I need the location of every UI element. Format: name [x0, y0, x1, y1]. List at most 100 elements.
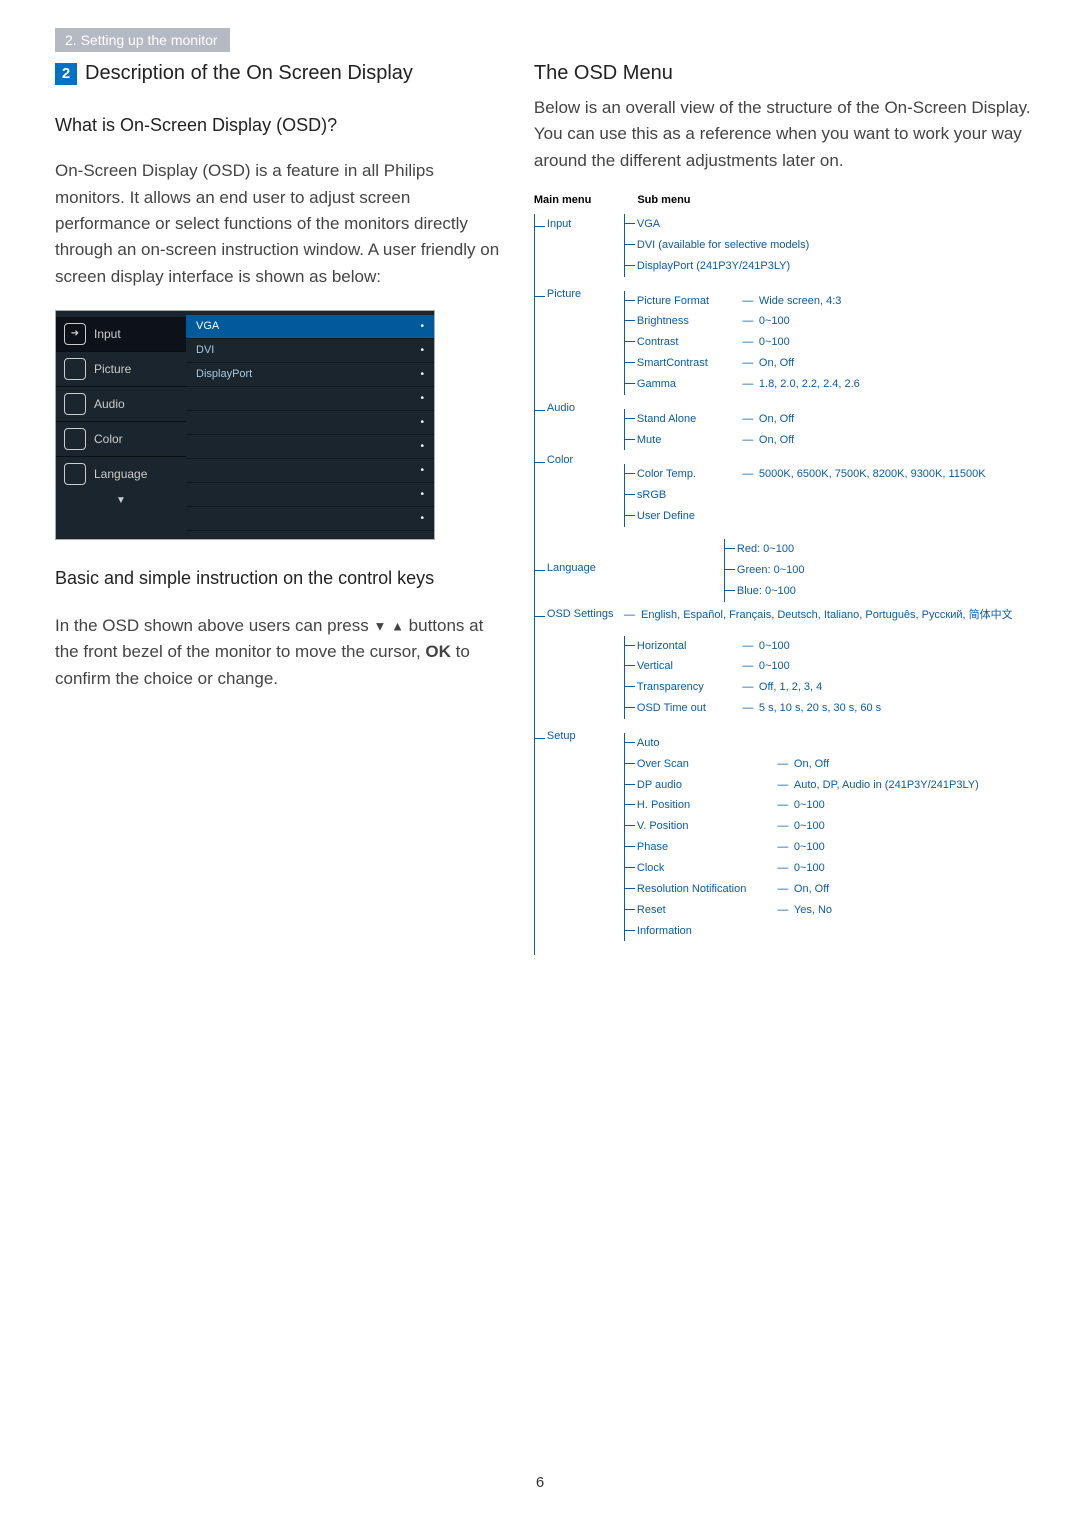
- leaf: VGA: [637, 217, 737, 232]
- color-icon: [64, 428, 86, 450]
- leaf-val: 0~100: [759, 335, 1040, 350]
- leaf-val: Auto, DP, Audio in (241P3Y/241P3LY): [794, 778, 1040, 793]
- ok-key-label: OK: [425, 642, 451, 661]
- main-audio: Audio: [535, 402, 624, 414]
- section-number-badge: 2: [55, 63, 77, 85]
- leaf-val: On, Off: [759, 356, 1040, 371]
- osd-menu-label: Language: [94, 467, 147, 481]
- leaf-label: Color Temp.: [637, 467, 737, 482]
- leaf-label: Clock: [637, 861, 772, 876]
- chapter-tab: 2. Setting up the monitor: [55, 28, 230, 52]
- leaf-val: On, Off: [794, 882, 1040, 897]
- osd-menu-label: Picture: [94, 362, 131, 376]
- leaf-val: 0~100: [794, 819, 1040, 834]
- tree-head: Main menu Sub menu: [534, 194, 1040, 206]
- page-number: 6: [0, 1474, 1080, 1491]
- dot-icon: •: [420, 441, 424, 452]
- osd-sub-label: DVI: [196, 344, 214, 356]
- leaf: Green: 0~100: [737, 563, 1040, 578]
- leaf-val: English, Español, Français, Deutsch, Ita…: [641, 609, 1013, 621]
- osd-menu-input: Input: [56, 317, 186, 352]
- tree-body: Input Picture Audio Color Language OSD S…: [534, 214, 1040, 955]
- dot-icon: •: [420, 417, 424, 428]
- osd-sub-row: DVI•: [186, 339, 434, 363]
- leaf-val: Wide screen, 4:3: [759, 294, 1040, 309]
- main-picture: Picture: [535, 288, 624, 300]
- leaf-label: Picture Format: [637, 294, 737, 309]
- sub-audio: Stand Alone—On, Off Mute—On, Off: [624, 409, 1040, 451]
- leaf-val: 5000K, 6500K, 7500K, 8200K, 9300K, 11500…: [759, 467, 1040, 482]
- osd-sub-row: •: [186, 483, 434, 507]
- leaf: Red: 0~100: [737, 542, 1040, 557]
- chevron-down-icon: ▼: [56, 491, 186, 510]
- osd-sub-row: •: [186, 411, 434, 435]
- leaf: DVI (available for selective models): [637, 238, 1040, 253]
- osd-screenshot: Input Picture Audio Color Language ▼ VGA…: [55, 310, 435, 540]
- leaf: Blue: 0~100: [737, 584, 1040, 599]
- leaf-val: 5 s, 10 s, 20 s, 30 s, 60 s: [759, 701, 1040, 716]
- osd-sub-row: DisplayPort•: [186, 363, 434, 387]
- input-icon: [64, 323, 86, 345]
- keys-title: Basic and simple instruction on the cont…: [55, 568, 504, 589]
- osd-tree: Main menu Sub menu Input Picture Audio C…: [534, 194, 1040, 955]
- question-title: What is On-Screen Display (OSD)?: [55, 115, 504, 136]
- head-main: Main menu: [534, 194, 591, 206]
- dot-icon: •: [420, 393, 424, 404]
- leaf-val: Yes, No: [794, 903, 1040, 918]
- language-icon: [64, 463, 86, 485]
- tree-main-col: Input Picture Audio Color Language OSD S…: [534, 214, 624, 955]
- picture-icon: [64, 358, 86, 380]
- audio-icon: [64, 393, 86, 415]
- sub-osdsettings: Horizontal—0~100 Vertical—0~100 Transpar…: [624, 636, 1040, 719]
- leaf-label: Transparency: [637, 680, 737, 695]
- head-sub: Sub menu: [637, 194, 690, 206]
- leaf-val: 0~100: [794, 840, 1040, 855]
- section-heading: 2 Description of the On Screen Display: [55, 62, 504, 85]
- intro-paragraph: On-Screen Display (OSD) is a feature in …: [55, 158, 504, 290]
- column-left: 2 Description of the On Screen Display Wh…: [55, 62, 504, 955]
- sub-color-userdefine: Red: 0~100 Green: 0~100 Blue: 0~100: [724, 539, 1040, 602]
- leaf-val: 0~100: [759, 659, 1040, 674]
- leaf-label: Stand Alone: [637, 412, 737, 427]
- column-right: The OSD Menu Below is an overall view of…: [534, 62, 1040, 955]
- osd-screenshot-submenu: VGA• DVI• DisplayPort• • • • • • •: [186, 311, 434, 539]
- keys-paragraph: In the OSD shown above users can press ▼…: [55, 613, 504, 692]
- sub-setup: Auto Over Scan—On, Off DP audio—Auto, DP…: [624, 733, 1040, 941]
- osd-sub-row: •: [186, 459, 434, 483]
- leaf-label: Over Scan: [637, 757, 772, 772]
- osd-sub-label: VGA: [196, 320, 219, 332]
- dot-icon: •: [420, 321, 424, 332]
- leaf-label: Brightness: [637, 314, 737, 329]
- main-input: Input: [535, 218, 624, 230]
- osd-menu-title: The OSD Menu: [534, 62, 1040, 85]
- osd-sub-label: DisplayPort: [196, 368, 252, 380]
- osd-sub-row: •: [186, 387, 434, 411]
- content: 2 Description of the On Screen Display Wh…: [55, 62, 1040, 955]
- leaf-label: Mute: [637, 433, 737, 448]
- leaf-label: Auto: [637, 736, 772, 751]
- leaf-val: On, Off: [794, 757, 1040, 772]
- leaf-label: OSD Time out: [637, 701, 737, 716]
- leaf-label: Resolution Notification: [637, 882, 772, 897]
- dot-icon: •: [420, 465, 424, 476]
- main-setup: Setup: [535, 730, 624, 742]
- body-text: In the OSD shown above users can press: [55, 616, 373, 635]
- sub-language: — English, Español, Français, Deutsch, I…: [624, 606, 1040, 622]
- osd-sub-row: •: [186, 435, 434, 459]
- leaf-label: Reset: [637, 903, 772, 918]
- osd-menu-language: Language: [56, 457, 186, 491]
- leaf-val: 0~100: [794, 798, 1040, 813]
- sub-color: Color Temp.—5000K, 6500K, 7500K, 8200K, …: [624, 464, 1040, 527]
- osd-menu-body: Below is an overall view of the structur…: [534, 95, 1040, 174]
- section-title-text: Description of the On Screen Display: [85, 62, 413, 84]
- leaf-label: Contrast: [637, 335, 737, 350]
- leaf-label: H. Position: [637, 798, 772, 813]
- leaf-label: Gamma: [637, 377, 737, 392]
- osd-screenshot-menu: Input Picture Audio Color Language ▼: [56, 311, 186, 539]
- main-osdsettings: OSD Settings: [535, 608, 624, 620]
- leaf-val: On, Off: [759, 412, 1040, 427]
- leaf: DisplayPort (241P3Y/241P3LY): [637, 259, 1040, 274]
- osd-menu-picture: Picture: [56, 352, 186, 387]
- sub-picture: Picture Format—Wide screen, 4:3 Brightne…: [624, 291, 1040, 395]
- leaf-val: 0~100: [759, 314, 1040, 329]
